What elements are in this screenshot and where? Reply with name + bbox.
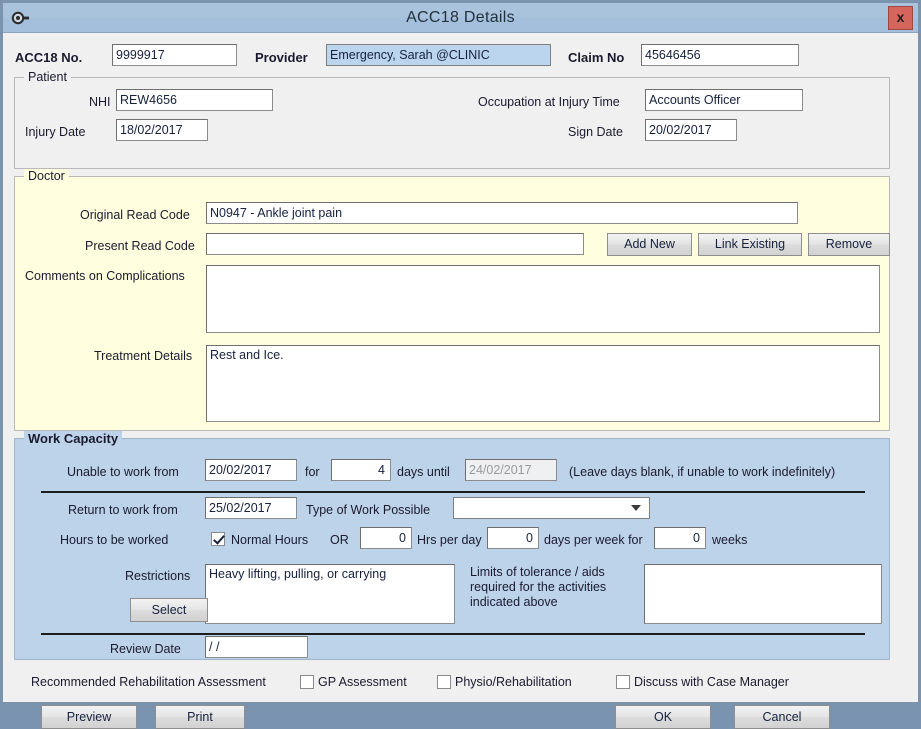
provider-label: Provider [255, 50, 308, 65]
unable-from-input[interactable] [205, 459, 297, 481]
work-capacity-caption: Work Capacity [24, 431, 123, 446]
chevron-down-icon [631, 505, 641, 511]
nhi-label: NHI [89, 95, 111, 109]
physio-checkbox[interactable] [437, 675, 451, 689]
work-capacity-group: Work Capacity Unable to work from for da… [14, 431, 890, 660]
case-manager-checkbox[interactable] [616, 675, 630, 689]
doctor-group-caption: Doctor [24, 169, 69, 183]
window-title: ACC18 Details [406, 8, 515, 26]
remove-button[interactable]: Remove [808, 233, 890, 256]
ok-button[interactable]: OK [615, 705, 711, 729]
indefinite-hint: (Leave days blank, if unable to work ind… [569, 465, 836, 479]
injury-date-label: Injury Date [25, 125, 86, 139]
or-label: OR [330, 533, 349, 547]
claim-no-input[interactable] [641, 44, 799, 66]
acc18-details-window: ACC18 Details x ACC18 No. Provider Claim… [0, 0, 921, 729]
patient-group-caption: Patient [24, 70, 71, 84]
hrs-per-day-input[interactable] [360, 527, 412, 549]
days-per-week-input[interactable] [487, 527, 539, 549]
weeks-label: weeks [712, 533, 748, 547]
type-of-work-label: Type of Work Possible [306, 503, 431, 517]
physio-label: Physio/Rehabilitation [455, 675, 572, 689]
gear-icon[interactable] [10, 9, 30, 27]
comments-textarea[interactable] [206, 265, 880, 333]
for-label: for [305, 465, 320, 479]
hrs-per-day-label: Hrs per day [417, 533, 482, 547]
return-from-input[interactable] [205, 497, 297, 519]
sign-date-input[interactable] [645, 119, 737, 141]
cancel-button[interactable]: Cancel [734, 705, 830, 729]
review-date-input[interactable] [205, 636, 308, 658]
limits-label: Limits of tolerance / aids required for … [470, 565, 607, 609]
review-date-label: Review Date [110, 642, 181, 656]
original-read-code-label: Original Read Code [80, 208, 190, 222]
until-date-input [465, 459, 557, 481]
occupation-label: Occupation at Injury Time [478, 95, 620, 109]
link-existing-button[interactable]: Link Existing [698, 233, 802, 256]
occupation-input[interactable] [645, 89, 803, 111]
treatment-textarea[interactable]: Rest and Ice. [206, 345, 880, 422]
select-restrictions-button[interactable]: Select [130, 598, 208, 622]
normal-hours-checkbox[interactable] [211, 532, 225, 546]
return-to-work-label: Return to work from [68, 503, 178, 517]
acc18-no-input[interactable] [112, 44, 237, 66]
original-read-code-input[interactable] [206, 202, 798, 224]
comments-label: Comments on Complications [25, 269, 185, 283]
dialog-body: ACC18 No. Provider Claim No Patient NHI … [3, 33, 918, 729]
sign-date-label: Sign Date [568, 125, 623, 139]
close-button[interactable]: x [888, 6, 913, 30]
add-new-button[interactable]: Add New [607, 233, 692, 256]
injury-date-input[interactable] [116, 119, 208, 141]
preview-button[interactable]: Preview [41, 705, 137, 729]
normal-hours-label: Normal Hours [231, 533, 309, 547]
case-manager-label: Discuss with Case Manager [634, 675, 789, 689]
treatment-label: Treatment Details [94, 349, 193, 363]
divider-bottom [41, 633, 865, 635]
restrictions-label: Restrictions [125, 569, 191, 583]
divider-top [41, 491, 865, 493]
present-read-code-input[interactable] [206, 233, 584, 255]
print-button[interactable]: Print [155, 705, 245, 729]
claim-no-label: Claim No [568, 50, 625, 65]
restrictions-textarea[interactable]: Heavy lifting, pulling, or carrying [205, 564, 455, 624]
provider-input[interactable] [326, 44, 551, 66]
gp-assessment-checkbox[interactable] [300, 675, 314, 689]
patient-group: Patient NHI Occupation at Injury Time In… [14, 70, 890, 169]
type-of-work-select[interactable] [453, 497, 650, 519]
unable-to-work-label: Unable to work from [67, 465, 179, 479]
days-per-week-label: days per week for [544, 533, 643, 547]
acc18-no-label: ACC18 No. [15, 50, 83, 65]
hours-to-be-worked-label: Hours to be worked [60, 533, 169, 547]
limits-textarea[interactable] [644, 564, 882, 624]
for-days-input[interactable] [331, 459, 391, 481]
nhi-input[interactable] [116, 89, 273, 111]
recommended-rehab-label: Recommended Rehabilitation Assessment [31, 675, 266, 689]
title-bar: ACC18 Details x [3, 3, 918, 33]
doctor-group: Doctor Original Read Code Present Read C… [14, 169, 890, 431]
weeks-input[interactable] [654, 527, 706, 549]
days-until-label: days until [397, 465, 450, 479]
gp-assessment-label: GP Assessment [318, 675, 407, 689]
present-read-code-label: Present Read Code [85, 239, 195, 253]
